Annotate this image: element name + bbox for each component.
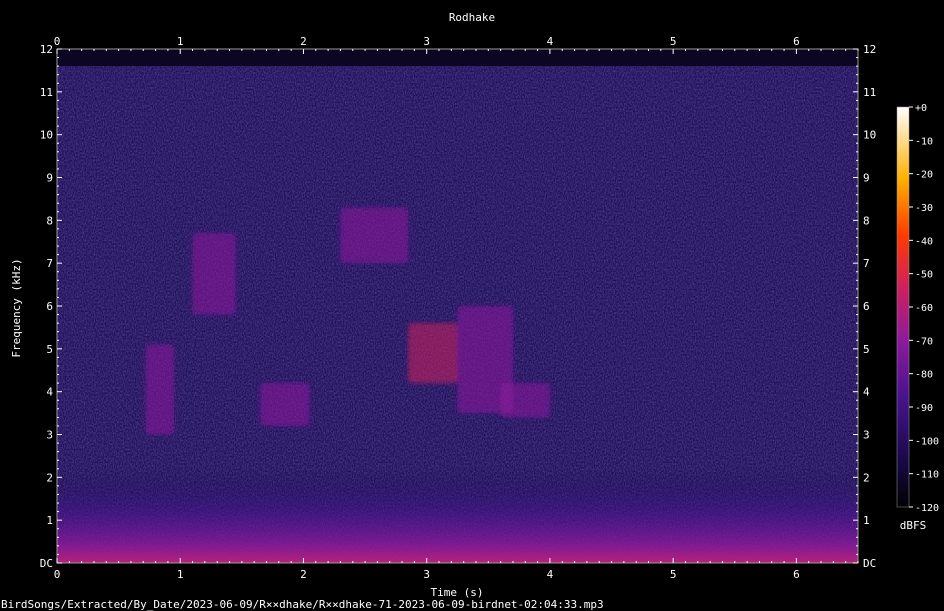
y-tick-label: 12 — [40, 43, 53, 56]
x-tick-label: 4 — [547, 568, 554, 581]
x-tick-label: 5 — [670, 35, 677, 48]
y-tick-label: 8 — [46, 214, 53, 227]
x-tick-label: 2 — [300, 35, 307, 48]
y-tick-label: 3 — [46, 429, 53, 442]
y-tick-label: 7 — [46, 257, 53, 270]
y-tick-label: 10 — [863, 129, 876, 142]
colorbar: +0 -10 -20 -30 -40 -50 -60 -70 -80 -90 -100 -110 -12… — [896, 103, 939, 532]
y-tick-label: 5 — [46, 343, 53, 356]
chart-title: Rodhake — [449, 11, 495, 24]
y-tick-label: 11 — [863, 86, 876, 99]
y-tick-label: 9 — [46, 172, 53, 185]
call-segment — [408, 323, 458, 384]
call-segment — [145, 344, 175, 435]
y-tick-label: 3 — [863, 429, 870, 442]
y-tick-label: 1 — [46, 514, 53, 527]
call-segment — [340, 207, 409, 264]
colorbar-tick-label: -40 — [915, 236, 933, 247]
x-tick-label: 6 — [793, 568, 800, 581]
x-tick-label: 0 — [54, 35, 61, 48]
x-tick-label: 3 — [423, 568, 430, 581]
y-tick-label: 8 — [863, 214, 870, 227]
y-tick-label: 2 — [46, 471, 53, 484]
x-tick-label: 1 — [177, 35, 184, 48]
spectrogram-figure: Rodhake 0123456 0123456 DC12345678910111… — [1, 11, 939, 611]
y-tick-label: 1 — [863, 514, 870, 527]
call-segment — [192, 233, 236, 315]
colorbar-tick-label: +0 — [915, 103, 927, 114]
colorbar-tick-label: -30 — [915, 203, 933, 214]
x-tick-label: 6 — [793, 35, 800, 48]
y-tick-label: DC — [863, 557, 876, 570]
colorbar-gradient — [896, 106, 910, 508]
x-tick-label: 4 — [547, 35, 554, 48]
colorbar-tick-label: -100 — [915, 436, 939, 447]
colorbar-tick-label: -50 — [915, 270, 933, 281]
y-tick-label: 12 — [863, 43, 876, 56]
x-tick-label: 5 — [670, 568, 677, 581]
colorbar-tick-label: -110 — [915, 470, 939, 481]
colorbar-label: dBFS — [900, 519, 927, 532]
colorbar-tick-label: -60 — [915, 303, 933, 314]
colorbar-tick-label: -80 — [915, 370, 933, 381]
y-tick-label: 2 — [863, 471, 870, 484]
y-tick-label: 4 — [46, 386, 53, 399]
colorbar-ticks: +0 -10 -20 -30 -40 -50 -60 -70 -80 -90 -100 -110 -12… — [909, 103, 939, 514]
low-frequency-noise — [57, 468, 858, 563]
y-tick-label: 10 — [40, 129, 53, 142]
colorbar-tick-label: -90 — [915, 403, 933, 414]
colorbar-tick-label: -10 — [915, 136, 933, 147]
x-tick-label: 2 — [300, 568, 307, 581]
colorbar-tick-label: -70 — [915, 336, 933, 347]
y-tick-label: 11 — [40, 86, 53, 99]
y-tick-label: 6 — [863, 300, 870, 313]
x-tick-label: 3 — [423, 35, 430, 48]
colorbar-tick-label: -120 — [915, 503, 939, 514]
x-tick-label: 1 — [177, 568, 184, 581]
y-tick-label: DC — [40, 557, 53, 570]
y-axis-label: Frequency (kHz) — [10, 258, 23, 357]
y-tick-label: 9 — [863, 172, 870, 185]
colorbar-tick-label: -20 — [915, 170, 933, 181]
y-tick-label: 4 — [863, 386, 870, 399]
x-tick-label: 0 — [54, 568, 61, 581]
call-segment — [260, 383, 310, 426]
file-path: BirdSongs/Extracted/By_Date/2023-06-09/R… — [1, 598, 604, 611]
call-segment — [500, 383, 550, 418]
y-tick-label: 6 — [46, 300, 53, 313]
y-tick-label: 7 — [863, 257, 870, 270]
y-tick-label: 5 — [863, 343, 870, 356]
spectrogram-plot — [56, 48, 859, 564]
